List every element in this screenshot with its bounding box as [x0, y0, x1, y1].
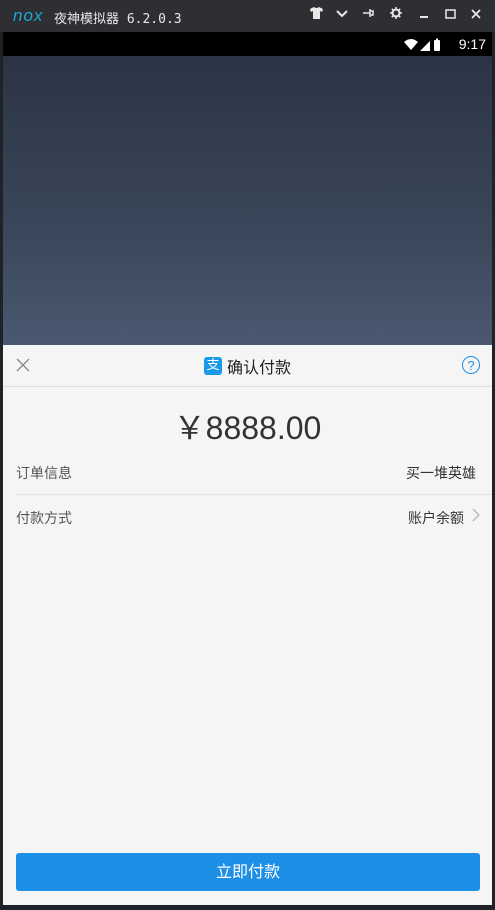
- alipay-logo-icon: 支: [203, 357, 222, 375]
- app-title: 夜神模拟器 6.2.0.3: [54, 12, 182, 27]
- status-bar: 9:17: [3, 32, 492, 56]
- order-info-label: 订单信息: [16, 466, 72, 482]
- chevron-right-icon: [472, 508, 481, 525]
- window-bottom-edge: [0, 905, 495, 910]
- order-info-value: 买一堆英雄: [406, 466, 476, 482]
- gear-icon[interactable]: [387, 7, 405, 25]
- status-icons: [404, 37, 444, 56]
- payment-method-value: 账户余额: [408, 511, 464, 527]
- wifi-signal-battery-icons: [404, 38, 440, 51]
- sheet-header: 支确认付款 ?: [3, 345, 492, 387]
- help-icon[interactable]: ?: [462, 356, 480, 374]
- pay-now-button[interactable]: 立即付款: [16, 853, 480, 891]
- payment-amount: ￥8888.00: [173, 410, 322, 446]
- maximize-icon[interactable]: [441, 7, 459, 25]
- payment-method-label: 付款方式: [16, 511, 72, 527]
- pin-icon[interactable]: [359, 7, 377, 25]
- order-info-row: 订单信息 买一堆英雄: [3, 450, 492, 494]
- payment-method-row[interactable]: 付款方式 账户余额: [3, 495, 492, 539]
- chevron-down-icon[interactable]: [333, 7, 351, 25]
- sheet-title: 确认付款: [226, 358, 291, 377]
- header-title-group: 支确认付款: [3, 354, 492, 377]
- emulator-titlebar: nox 夜神模拟器 6.2.0.3: [0, 0, 495, 32]
- nox-logo: nox: [13, 6, 44, 25]
- minimize-icon[interactable]: [415, 7, 433, 25]
- dimmed-backdrop[interactable]: [3, 56, 492, 345]
- payment-sheet: 支确认付款 ? ￥8888.00 订单信息 买一堆英雄 付款方式 账户余额 立即…: [3, 345, 492, 905]
- shirt-icon[interactable]: [307, 7, 325, 25]
- status-time: 9:17: [458, 36, 486, 52]
- close-window-icon[interactable]: [467, 7, 485, 25]
